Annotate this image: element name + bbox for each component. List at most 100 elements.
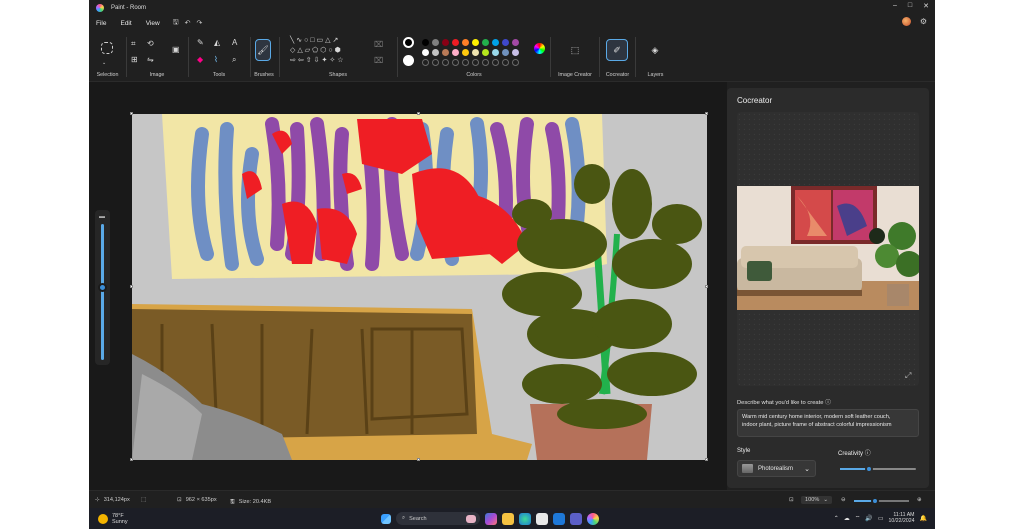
prompt-input[interactable]: Warm mid century home interior, modern s…	[737, 409, 919, 437]
canvas-resize-handle[interactable]	[705, 112, 708, 115]
clock[interactable]: 11:11 AM 10/22/2024	[889, 512, 915, 524]
brush-size-slider[interactable]: ▬	[95, 210, 110, 365]
palette-swatch[interactable]	[432, 39, 439, 46]
custom-color-slot[interactable]	[492, 59, 499, 66]
edit-colors-icon[interactable]	[534, 43, 545, 54]
palette-swatch[interactable]	[472, 49, 479, 56]
palette-swatch[interactable]	[432, 49, 439, 56]
fill-bucket-icon[interactable]: ◭	[214, 39, 220, 47]
teams-icon[interactable]	[570, 512, 582, 525]
custom-color-slot[interactable]	[472, 59, 479, 66]
canvas-resize-handle[interactable]	[417, 458, 420, 461]
flip-icon[interactable]: ⇋	[147, 56, 154, 64]
image-creator-icon[interactable]: ⬚	[564, 39, 586, 61]
custom-color-slot[interactable]	[482, 59, 489, 66]
background-removal-icon[interactable]: ▣	[172, 46, 180, 54]
brush-icon[interactable]: 🖌	[255, 39, 271, 61]
fill-icon[interactable]: ⌧	[374, 57, 383, 65]
text-icon[interactable]: A	[232, 39, 237, 47]
brush-size-thumb[interactable]	[98, 283, 107, 292]
palette-swatch[interactable]	[462, 49, 469, 56]
palette-swatch[interactable]	[452, 39, 459, 46]
selection-rect-icon[interactable]	[101, 42, 113, 54]
copilot-icon[interactable]	[485, 512, 497, 525]
magnifier-icon[interactable]: ⌕	[232, 56, 236, 64]
pencil-icon[interactable]: ✎	[197, 39, 204, 47]
store-icon[interactable]	[536, 512, 548, 525]
rotate-icon[interactable]: ⟲	[147, 40, 154, 48]
shapes-row2-icon[interactable]: ◇△▱⬠⬡○⬢	[290, 47, 343, 55]
info-icon[interactable]: ⓘ	[825, 400, 831, 406]
custom-color-slot[interactable]	[502, 59, 509, 66]
menu-view[interactable]: View	[146, 20, 160, 27]
custom-color-slot[interactable]	[422, 59, 429, 66]
palette-swatch[interactable]	[442, 49, 449, 56]
palette-swatch[interactable]	[482, 39, 489, 46]
avatar[interactable]	[901, 17, 911, 26]
canvas-resize-handle[interactable]	[705, 285, 708, 288]
custom-color-slot[interactable]	[432, 59, 439, 66]
fit-icon[interactable]: ⊡	[789, 497, 794, 503]
generated-image[interactable]	[737, 186, 919, 310]
crop-icon[interactable]: ⌗	[131, 40, 136, 48]
shapes-row1-icon[interactable]: ╲∿○□▭△↗	[290, 37, 340, 45]
palette-swatch[interactable]	[502, 49, 509, 56]
canvas-resize-handle[interactable]	[417, 112, 420, 115]
palette-swatch[interactable]	[512, 49, 519, 56]
expand-icon[interactable]: ⤢	[905, 372, 911, 380]
custom-color-slot[interactable]	[512, 59, 519, 66]
canvas-resize-handle[interactable]	[705, 458, 708, 461]
palette-swatch[interactable]	[502, 39, 509, 46]
palette-swatch[interactable]	[442, 39, 449, 46]
edge-icon[interactable]	[519, 512, 531, 525]
settings-gear-icon[interactable]: ⚙	[920, 17, 927, 26]
zoom-in-icon[interactable]: ⊕	[917, 497, 922, 503]
palette-swatch[interactable]	[472, 39, 479, 46]
notification-bell-icon[interactable]: 🔔	[920, 515, 927, 522]
fit-to-window[interactable]: ⊡	[789, 497, 794, 503]
creativity-slider-thumb[interactable]	[864, 465, 873, 473]
layers-icon[interactable]: ◈	[644, 39, 666, 61]
palette-swatch[interactable]	[462, 39, 469, 46]
canvas-resize-handle[interactable]	[130, 458, 133, 461]
canvas-resize-handle[interactable]	[130, 112, 133, 115]
custom-color-slot[interactable]	[452, 59, 459, 66]
color-picker-icon[interactable]: ⌇	[214, 56, 218, 64]
primary-color[interactable]	[403, 37, 414, 48]
canvas-resize-handle[interactable]	[130, 285, 133, 288]
menu-edit[interactable]: Edit	[120, 20, 131, 27]
weather-widget[interactable]: 78°F Sunny	[112, 513, 128, 525]
zoom-out-icon[interactable]: ⊖	[841, 497, 846, 503]
resize-icon[interactable]: ⊞	[131, 56, 138, 64]
cloud-icon[interactable]: ☁	[844, 515, 850, 522]
taskbar-search[interactable]: ⌕ Search	[396, 512, 480, 525]
chevron-up-icon[interactable]: ⌃	[834, 515, 839, 522]
palette-swatch[interactable]	[492, 49, 499, 56]
minimize-icon[interactable]: –	[893, 2, 897, 10]
palette-swatch[interactable]	[482, 49, 489, 56]
info-icon[interactable]: ⓘ	[865, 451, 871, 457]
paint-taskbar-icon[interactable]	[587, 512, 599, 525]
maximize-icon[interactable]: □	[908, 2, 912, 10]
mail-icon[interactable]	[553, 512, 565, 525]
brush-size-track[interactable]	[101, 224, 104, 360]
custom-color-slot[interactable]	[462, 59, 469, 66]
drawing-canvas[interactable]	[132, 114, 707, 460]
palette-swatch[interactable]	[512, 39, 519, 46]
palette-swatch[interactable]	[492, 39, 499, 46]
selection-dropdown-icon[interactable]: ⌄	[102, 59, 106, 67]
style-dropdown[interactable]: Photorealism ⌄	[737, 460, 816, 477]
palette-swatch[interactable]	[422, 49, 429, 56]
redo-icon[interactable]: ↷	[197, 19, 203, 27]
save-icon[interactable]: 🖫	[173, 18, 179, 29]
volume-icon[interactable]: 🔊	[865, 515, 872, 522]
outline-icon[interactable]: ⌧	[374, 41, 383, 49]
wifi-icon[interactable]: ⌔	[855, 514, 861, 522]
close-icon[interactable]: ✕	[923, 2, 929, 10]
palette-swatch[interactable]	[422, 39, 429, 46]
cocreator-icon[interactable]: ✐	[606, 39, 628, 61]
palette-swatch[interactable]	[452, 49, 459, 56]
secondary-color[interactable]	[403, 55, 414, 66]
custom-color-slot[interactable]	[442, 59, 449, 66]
shapes-row3-icon[interactable]: ⇨⇦⇧⇩✦✧☆	[290, 57, 345, 65]
